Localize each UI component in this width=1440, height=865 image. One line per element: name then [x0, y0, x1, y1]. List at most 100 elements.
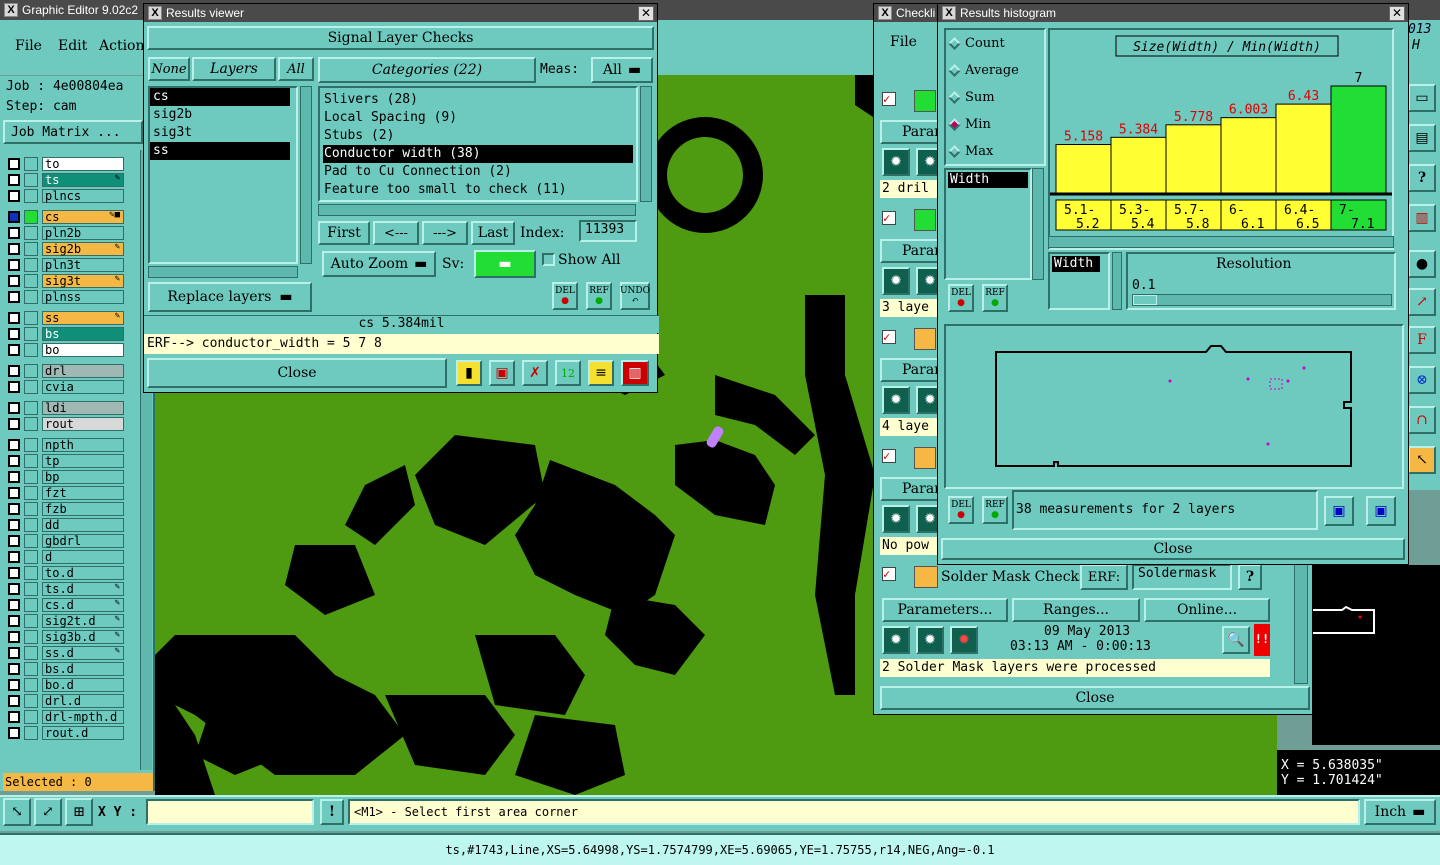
layer-checkbox[interactable]: [8, 210, 20, 223]
layer-row[interactable]: fzb: [8, 501, 124, 516]
sv-color-select[interactable]: ▬: [474, 250, 536, 278]
layer-row[interactable]: bp: [8, 469, 124, 484]
layer-state-box[interactable]: [24, 677, 38, 692]
layer-checkbox[interactable]: [8, 157, 20, 170]
layer-checkbox[interactable]: [8, 242, 20, 255]
tool-icon-8[interactable]: ∩: [1408, 406, 1436, 434]
layer-name[interactable]: ts: [42, 172, 124, 187]
histogram-close-button[interactable]: Close: [941, 538, 1405, 560]
export-icon-a[interactable]: ▣: [1324, 496, 1354, 526]
layer-name[interactable]: ldi: [42, 400, 124, 415]
layer-name[interactable]: cs.d: [42, 597, 124, 612]
layer-state-box[interactable]: [24, 565, 38, 580]
layer-checkbox[interactable]: [8, 401, 20, 414]
auto-zoom-select[interactable]: Auto Zoom ▬: [322, 251, 436, 277]
layer-checkbox[interactable]: [8, 614, 20, 627]
layer-name[interactable]: sig3b.d: [42, 629, 124, 644]
layer-state-box[interactable]: [24, 326, 38, 341]
solder-erf-button[interactable]: ERF:: [1080, 564, 1128, 590]
layer-name[interactable]: pln2b: [42, 225, 124, 240]
layer-state-box[interactable]: [24, 310, 38, 325]
layer-name[interactable]: sig3t: [42, 273, 124, 288]
layer-row[interactable]: ts.d ✎: [8, 581, 124, 596]
del-button[interactable]: DEL ●: [552, 282, 578, 310]
layer-row[interactable]: sig2b ✎: [8, 241, 124, 256]
hist-ref-button[interactable]: REF ●: [982, 284, 1008, 312]
category-scrollbar[interactable]: [640, 86, 652, 202]
layer-state-box[interactable]: [24, 289, 38, 304]
layer-checkbox[interactable]: [8, 189, 20, 202]
layer-row[interactable]: tp: [8, 453, 124, 468]
layer-row[interactable]: ldi: [8, 400, 124, 415]
layer-state-box[interactable]: [24, 241, 38, 256]
solder-check-box[interactable]: ✓: [882, 567, 896, 581]
category-item[interactable]: Conductor width (38): [323, 145, 633, 163]
layer-row[interactable]: drl: [8, 363, 124, 378]
layer-state-box[interactable]: [24, 400, 38, 415]
layer-name[interactable]: tp: [42, 453, 124, 468]
radio-diamond-icon[interactable]: [948, 64, 961, 77]
check-box[interactable]: ✓: [882, 449, 896, 463]
layer-state-box[interactable]: [24, 533, 38, 548]
layer-state-box[interactable]: [24, 172, 38, 187]
layer-state-box[interactable]: [24, 209, 38, 224]
param-button[interactable]: Param: [880, 358, 947, 382]
layer-state-box[interactable]: [24, 629, 38, 644]
layer-name[interactable]: cvia: [42, 379, 124, 394]
layer-checkbox[interactable]: [8, 518, 20, 531]
layer-row[interactable]: to: [8, 156, 124, 171]
layers-button[interactable]: Layers: [192, 57, 276, 81]
result-layer-item[interactable]: sig3t: [150, 124, 296, 142]
radio-diamond-icon[interactable]: [948, 118, 961, 131]
layer-row[interactable]: pln2b: [8, 225, 124, 240]
layer-name[interactable]: bs.d: [42, 661, 124, 676]
layer-state-box[interactable]: [24, 501, 38, 516]
menu-edit[interactable]: Edit: [58, 38, 87, 54]
layer-state-box[interactable]: [24, 416, 38, 431]
report-icon[interactable]: ▣: [489, 360, 515, 386]
index-input[interactable]: 11393: [579, 220, 637, 242]
online-button[interactable]: Online...: [1144, 598, 1270, 622]
zoom-icon[interactable]: 🔍: [1222, 626, 1250, 654]
tool-icon-4[interactable]: ●: [1408, 250, 1436, 278]
layer-row[interactable]: ss ✎: [8, 310, 124, 325]
check-box[interactable]: ✓: [882, 211, 896, 225]
check-box[interactable]: ✓: [882, 330, 896, 344]
layer-row[interactable]: rout: [8, 416, 124, 431]
radio-diamond-icon[interactable]: [948, 37, 961, 50]
count-icon[interactable]: 12: [555, 360, 581, 386]
layer-name[interactable]: dd: [42, 517, 124, 532]
layer-checkbox[interactable]: [8, 226, 20, 239]
category-list[interactable]: Slivers (28) Local Spacing (9) Stubs (2) Co…: [318, 86, 638, 202]
all-layers-button[interactable]: All: [278, 57, 314, 81]
layer-row[interactable]: d: [8, 549, 124, 564]
layer-state-box[interactable]: [24, 613, 38, 628]
function-option[interactable]: Count: [948, 36, 1005, 51]
layer-row[interactable]: cvia: [8, 379, 124, 394]
menu-action[interactable]: Action: [99, 38, 145, 54]
solder-erf-field[interactable]: Soldermask: [1132, 564, 1232, 590]
layer-checkbox[interactable]: [8, 364, 20, 377]
layer-state-box[interactable]: [24, 453, 38, 468]
layer-checkbox[interactable]: [8, 417, 20, 430]
layer-row[interactable]: plnss: [8, 289, 124, 304]
histogram-hscroll[interactable]: [1048, 236, 1394, 248]
layer-checkbox[interactable]: [8, 582, 20, 595]
layer-state-box[interactable]: [24, 257, 38, 272]
histogram-icon[interactable]: ▥: [621, 360, 649, 386]
close-icon[interactable]: ✕: [1389, 6, 1405, 21]
layer-state-box[interactable]: [24, 363, 38, 378]
layer-checkbox[interactable]: [8, 290, 20, 303]
layer-checkbox[interactable]: [8, 258, 20, 271]
param-button[interactable]: Param: [880, 120, 947, 144]
run-icon[interactable]: ✹: [882, 386, 910, 414]
layer-row[interactable]: ss.d ✎: [8, 645, 124, 660]
layer-name[interactable]: drl-mpth.d: [42, 709, 124, 724]
close-icon[interactable]: ✕: [638, 6, 654, 21]
layer-name[interactable]: bo: [42, 342, 124, 357]
layer-name[interactable]: ss.d: [42, 645, 124, 660]
layer-row[interactable]: cs ✎■: [8, 209, 124, 224]
layer-row[interactable]: drl-mpth.d: [8, 709, 124, 724]
help-icon[interactable]: ?: [1408, 164, 1436, 192]
prev-button[interactable]: <---: [373, 221, 419, 245]
